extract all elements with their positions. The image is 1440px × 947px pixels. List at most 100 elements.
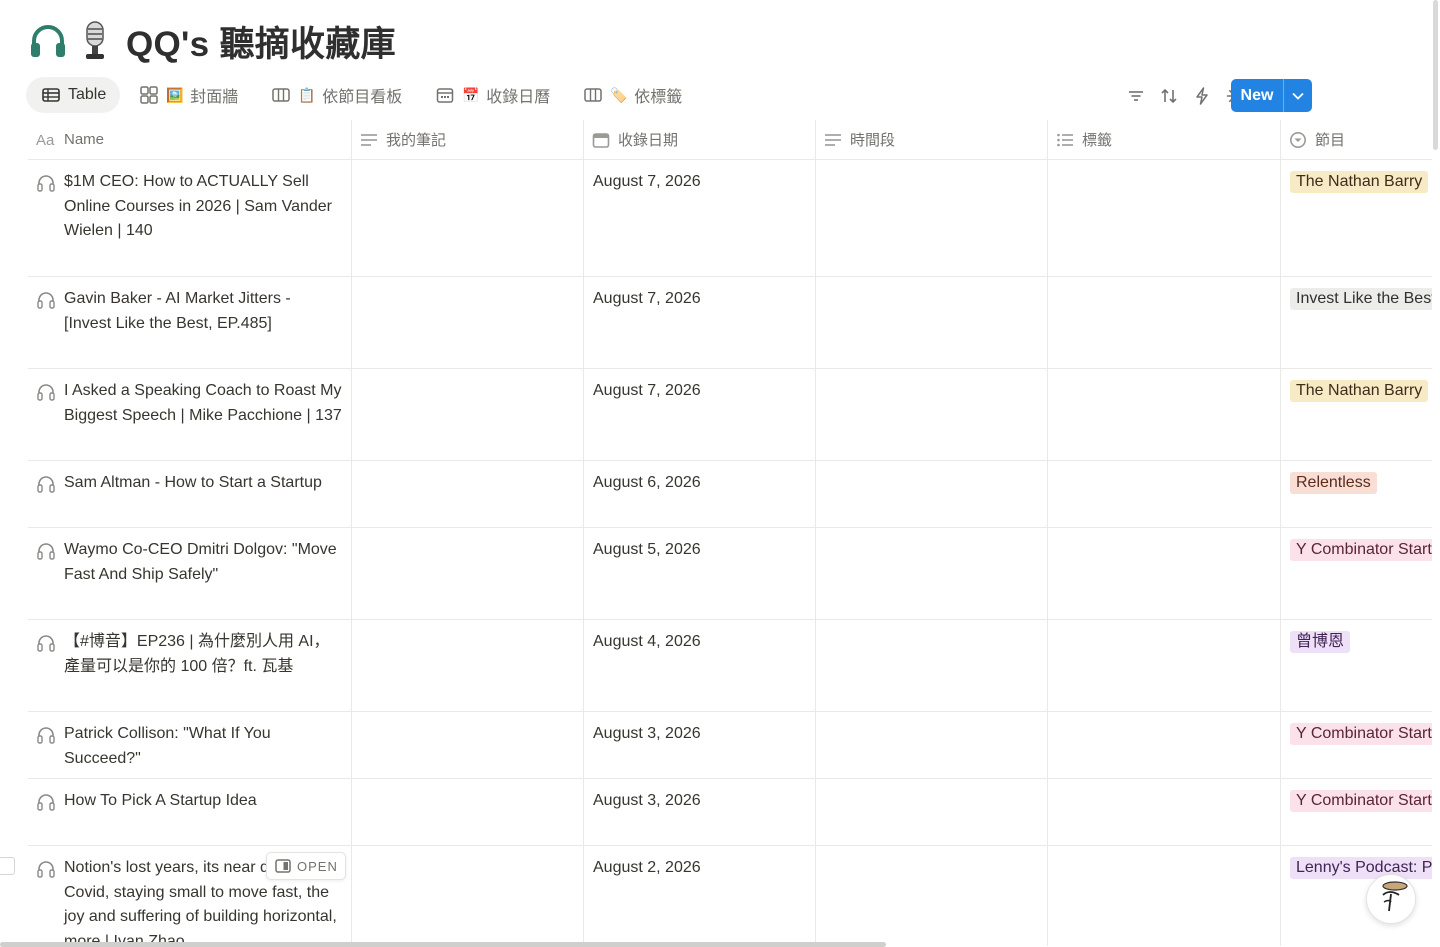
cell-date[interactable]: August 3, 2026	[584, 779, 816, 845]
cell-timestamp[interactable]	[816, 846, 1048, 946]
table-row[interactable]: Gavin Baker - AI Market Jitters - [Inves…	[28, 277, 1432, 369]
tab-board-by-show[interactable]: 📋 依節目看板	[256, 77, 416, 113]
notion-ai-button[interactable]	[1366, 874, 1416, 924]
new-button[interactable]: New	[1231, 79, 1283, 112]
row-title[interactable]: I Asked a Speaking Coach to Roast My Big…	[64, 379, 342, 460]
cell-timestamp[interactable]	[816, 277, 1048, 368]
cell-name[interactable]: 【#博音】EP236 | 為什麼別人用 AI，產量可以是你的 100 倍？ft.…	[28, 620, 352, 711]
cell-tags[interactable]	[1048, 712, 1281, 778]
headphones-icon[interactable]	[28, 21, 68, 61]
column-header-tags[interactable]: 標籤	[1048, 120, 1281, 159]
cell-show[interactable]: Y Combinator Startup	[1281, 779, 1432, 845]
cell-date[interactable]: August 2, 2026	[584, 846, 816, 946]
cell-tags[interactable]	[1048, 369, 1281, 460]
tab-table[interactable]: Table	[26, 77, 121, 113]
filter-icon[interactable]	[1125, 83, 1147, 109]
cell-timestamp[interactable]	[816, 160, 1048, 276]
table-row[interactable]: Waymo Co-CEO Dmitri Dolgov: "Move Fast A…	[28, 528, 1432, 620]
cell-name[interactable]: How To Pick A Startup Idea	[28, 779, 352, 845]
cell-tags[interactable]	[1048, 277, 1281, 368]
cell-show[interactable]: Y Combinator Startup	[1281, 712, 1432, 778]
sort-icon[interactable]	[1158, 83, 1180, 109]
tab-board-by-tag[interactable]: 🏷️ 依標籤	[568, 77, 696, 113]
column-header-name[interactable]: Aa Name	[28, 120, 352, 159]
show-tag: Invest Like the Best	[1290, 288, 1432, 310]
row-select-checkbox[interactable]	[0, 857, 15, 875]
open-row-button[interactable]: OPEN	[266, 852, 346, 880]
cell-tags[interactable]	[1048, 620, 1281, 711]
cell-show[interactable]: 曾博恩	[1281, 620, 1432, 711]
cell-date[interactable]: August 6, 2026	[584, 461, 816, 527]
cell-notes[interactable]	[352, 846, 584, 946]
cell-notes[interactable]	[352, 620, 584, 711]
cell-show[interactable]: Relentless	[1281, 461, 1432, 527]
cell-notes[interactable]	[352, 779, 584, 845]
row-title[interactable]: Waymo Co-CEO Dmitri Dolgov: "Move Fast A…	[64, 538, 342, 619]
cell-date[interactable]: August 7, 2026	[584, 277, 816, 368]
cell-timestamp[interactable]	[816, 779, 1048, 845]
cell-timestamp[interactable]	[816, 528, 1048, 619]
cell-timestamp[interactable]	[816, 461, 1048, 527]
chevron-down-icon	[1292, 92, 1304, 100]
cell-tags[interactable]	[1048, 461, 1281, 527]
cell-show[interactable]: The Nathan Barry	[1281, 160, 1432, 276]
table-row[interactable]: 【#博音】EP236 | 為什麼別人用 AI，產量可以是你的 100 倍？ft.…	[28, 620, 1432, 712]
tab-calendar[interactable]: 📅 收錄日曆	[420, 77, 564, 113]
column-header-notes[interactable]: 我的筆記	[352, 120, 584, 159]
cell-date[interactable]: August 7, 2026	[584, 160, 816, 276]
table-row[interactable]: $1M CEO: How to ACTUALLY Sell Online Cou…	[28, 160, 1432, 277]
cell-show[interactable]: The Nathan Barry	[1281, 369, 1432, 460]
cell-notes[interactable]	[352, 712, 584, 778]
cell-date[interactable]: August 5, 2026	[584, 528, 816, 619]
cell-notes[interactable]	[352, 369, 584, 460]
column-header-timestamp[interactable]: 時間段	[816, 120, 1048, 159]
new-dropdown-button[interactable]	[1283, 79, 1312, 112]
row-title[interactable]: $1M CEO: How to ACTUALLY Sell Online Cou…	[64, 170, 342, 276]
cell-notes[interactable]	[352, 160, 584, 276]
table-row[interactable]: Notion's lost years, its near during Cov…	[28, 846, 1432, 946]
cell-name[interactable]: Gavin Baker - AI Market Jitters - [Inves…	[28, 277, 352, 368]
row-title[interactable]: 【#博音】EP236 | 為什麼別人用 AI，產量可以是你的 100 倍？ft.…	[64, 630, 342, 711]
cell-notes[interactable]	[352, 277, 584, 368]
cell-name[interactable]: Sam Altman - How to Start a Startup	[28, 461, 352, 527]
new-button-group: New	[1231, 79, 1312, 112]
cell-show[interactable]: Invest Like the Best	[1281, 277, 1432, 368]
cell-timestamp[interactable]	[816, 369, 1048, 460]
column-header-date[interactable]: 收錄日期	[584, 120, 816, 159]
cell-tags[interactable]	[1048, 779, 1281, 845]
row-title[interactable]: Patrick Collison: "What If You Succeed?"	[64, 722, 342, 778]
calendar-icon	[437, 88, 454, 103]
tab-gallery[interactable]: 🖼️ 封面牆	[124, 77, 252, 113]
cell-notes[interactable]	[352, 461, 584, 527]
table-row[interactable]: I Asked a Speaking Coach to Roast My Big…	[28, 369, 1432, 461]
row-title[interactable]: How To Pick A Startup Idea	[64, 789, 257, 845]
cell-notes[interactable]	[352, 528, 584, 619]
show-tag: Y Combinator Startup	[1290, 723, 1432, 745]
table-row[interactable]: How To Pick A Startup Idea August 3, 202…	[28, 779, 1432, 846]
cell-show[interactable]: Y Combinator Startup	[1281, 528, 1432, 619]
cell-date[interactable]: August 3, 2026	[584, 712, 816, 778]
horizontal-scrollbar[interactable]	[0, 942, 886, 947]
board-icon	[584, 88, 603, 102]
row-title[interactable]: Sam Altman - How to Start a Startup	[64, 471, 322, 527]
table-row[interactable]: Patrick Collison: "What If You Succeed?"…	[28, 712, 1432, 779]
cell-name[interactable]: $1M CEO: How to ACTUALLY Sell Online Cou…	[28, 160, 352, 276]
automation-icon[interactable]	[1191, 83, 1213, 109]
row-title[interactable]: Gavin Baker - AI Market Jitters - [Inves…	[64, 287, 342, 368]
cell-date[interactable]: August 4, 2026	[584, 620, 816, 711]
table-row[interactable]: Sam Altman - How to Start a Startup Augu…	[28, 461, 1432, 528]
vertical-scrollbar[interactable]	[1433, 0, 1438, 150]
cell-date[interactable]: August 7, 2026	[584, 369, 816, 460]
cell-name[interactable]: I Asked a Speaking Coach to Roast My Big…	[28, 369, 352, 460]
cell-name[interactable]: Waymo Co-CEO Dmitri Dolgov: "Move Fast A…	[28, 528, 352, 619]
cell-name[interactable]: Patrick Collison: "What If You Succeed?"	[28, 712, 352, 778]
table-header: Aa Name 我的筆記 收錄日期 時間段 標籤 節目	[28, 120, 1432, 160]
cell-timestamp[interactable]	[816, 620, 1048, 711]
svg-text:Aa: Aa	[36, 133, 55, 147]
cell-tags[interactable]	[1048, 528, 1281, 619]
cell-tags[interactable]	[1048, 160, 1281, 276]
column-header-show[interactable]: 節目	[1281, 120, 1432, 159]
page-title[interactable]: QQ's 聽摘收藏庫	[126, 16, 396, 67]
cell-timestamp[interactable]	[816, 712, 1048, 778]
cell-tags[interactable]	[1048, 846, 1281, 946]
